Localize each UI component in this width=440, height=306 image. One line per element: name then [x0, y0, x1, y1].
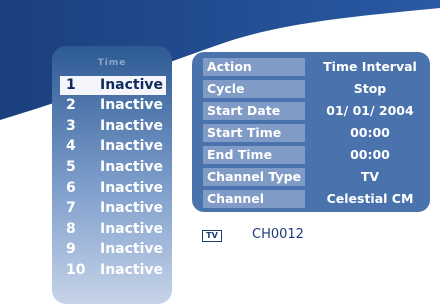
list-item-number: 9: [66, 241, 76, 257]
start-date-value[interactable]: 01/ 01/ 2004: [308, 102, 432, 120]
channel-code: CH0012: [252, 227, 304, 242]
list-item[interactable]: 7 Inactive: [60, 199, 166, 218]
list-item-number: 2: [66, 97, 76, 113]
list-item-number: 7: [66, 200, 76, 216]
list-item-status: Inactive: [100, 118, 164, 134]
action-label: Action: [203, 58, 305, 76]
list-item[interactable]: 4 Inactive: [60, 137, 166, 156]
list-item[interactable]: 8 Inactive: [60, 220, 166, 239]
list-item-number: 4: [66, 138, 76, 154]
list-item[interactable]: 9 Inactive: [60, 240, 166, 259]
action-value[interactable]: Time Interval: [308, 58, 432, 76]
channel-name-value[interactable]: Celestial CM: [308, 190, 432, 208]
start-time-label: Start Time: [203, 124, 305, 142]
list-item[interactable]: 2 Inactive: [60, 96, 166, 115]
list-item[interactable]: 1 Inactive: [60, 76, 166, 95]
list-header: Time: [97, 58, 127, 68]
list-item-number: 5: [66, 159, 76, 175]
start-date-label: Start Date: [203, 102, 305, 120]
list-item-status: Inactive: [100, 262, 164, 278]
list-item-status: Inactive: [100, 241, 164, 257]
end-time-label: End Time: [203, 146, 305, 164]
list-item[interactable]: 6 Inactive: [60, 179, 166, 198]
list-item[interactable]: 5 Inactive: [60, 158, 166, 177]
list-item-number: 8: [66, 221, 76, 237]
list-item-status: Inactive: [100, 200, 164, 216]
list-item-status: Inactive: [100, 97, 164, 113]
list-item[interactable]: 10 Inactive: [60, 261, 166, 280]
list-item-status: Inactive: [100, 159, 164, 175]
list-item-number: 10: [66, 262, 86, 278]
list-item-number: 6: [66, 180, 76, 196]
channel-type-label: Channel Type: [203, 168, 305, 186]
cycle-value[interactable]: Stop: [308, 80, 432, 98]
channel-type-value[interactable]: TV: [308, 168, 432, 186]
channel-name-label: Channel Name: [203, 190, 305, 224]
start-time-value[interactable]: 00:00: [308, 124, 432, 142]
list-item-status: Inactive: [100, 77, 164, 93]
cycle-label: Cycle: [203, 80, 305, 98]
tv-icon: TV: [202, 230, 222, 242]
list-item-status: Inactive: [100, 138, 164, 154]
list-item[interactable]: 3 Inactive: [60, 117, 166, 136]
list-item-status: Inactive: [100, 180, 164, 196]
list-item-status: Inactive: [100, 221, 164, 237]
list-item-number: 1: [66, 77, 76, 93]
list-item-number: 3: [66, 118, 76, 134]
end-time-value[interactable]: 00:00: [308, 146, 432, 164]
